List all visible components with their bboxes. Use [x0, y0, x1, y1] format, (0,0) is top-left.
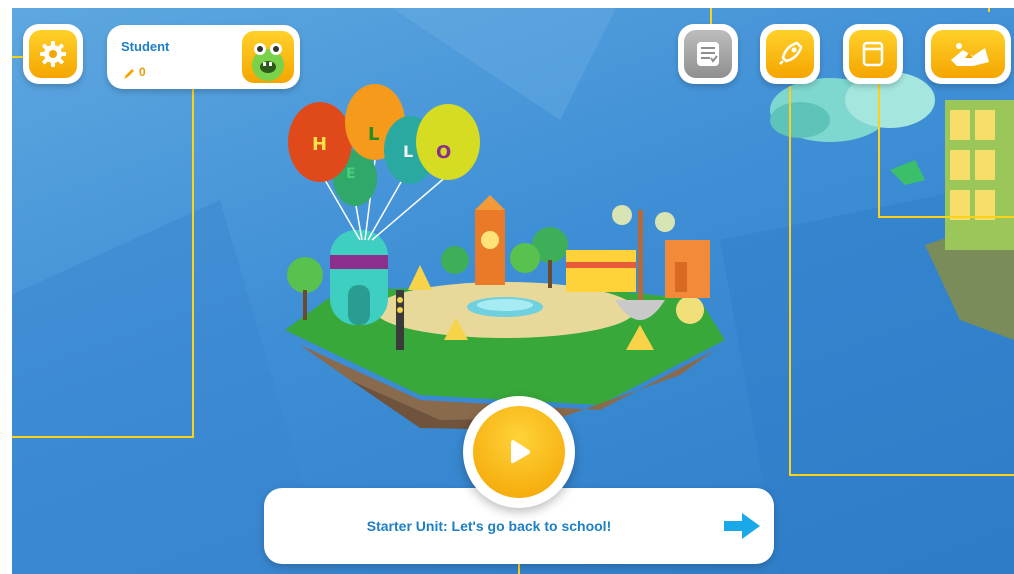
- balloon-letter-l1: L: [368, 124, 380, 145]
- checklist-button[interactable]: [678, 24, 738, 84]
- play-icon: [511, 440, 530, 464]
- checklist-icon: [697, 42, 719, 66]
- frame-top: [0, 0, 1014, 8]
- rocket-button[interactable]: [760, 24, 820, 84]
- profile-points: 0: [139, 65, 146, 79]
- profile-name: Student: [121, 39, 170, 54]
- callout-line: [0, 436, 194, 438]
- rocket-icon: [779, 41, 803, 65]
- unit-title: Starter Unit: Let's go back to school!: [366, 518, 612, 534]
- game-stage: H E L L O Student 0 Starter Unit: Let's …: [0, 0, 1014, 574]
- settings-button[interactable]: [23, 24, 83, 84]
- map-icon: [951, 43, 989, 66]
- arrow-right-icon[interactable]: [722, 510, 762, 542]
- callout-line: [192, 66, 194, 438]
- callout-line: [878, 216, 1014, 218]
- pencil-icon: [124, 69, 134, 79]
- callout-line: [878, 82, 880, 218]
- balloon-letter-e: E: [346, 166, 356, 182]
- map-button[interactable]: [925, 24, 1011, 84]
- balloon-letter-o: O: [436, 142, 452, 163]
- gear-icon: [40, 41, 66, 67]
- balloon-letter-h: H: [312, 134, 328, 155]
- callout-line: [789, 86, 791, 476]
- frame-left: [0, 0, 12, 574]
- balloon-letter-l2: L: [403, 142, 414, 161]
- callout-line: [789, 474, 1014, 476]
- play-button[interactable]: [463, 396, 575, 508]
- main-island: [285, 195, 725, 430]
- profile-card[interactable]: Student 0: [107, 25, 300, 89]
- book-button[interactable]: [843, 24, 903, 84]
- avatar: [242, 31, 294, 83]
- book-icon: [862, 41, 884, 67]
